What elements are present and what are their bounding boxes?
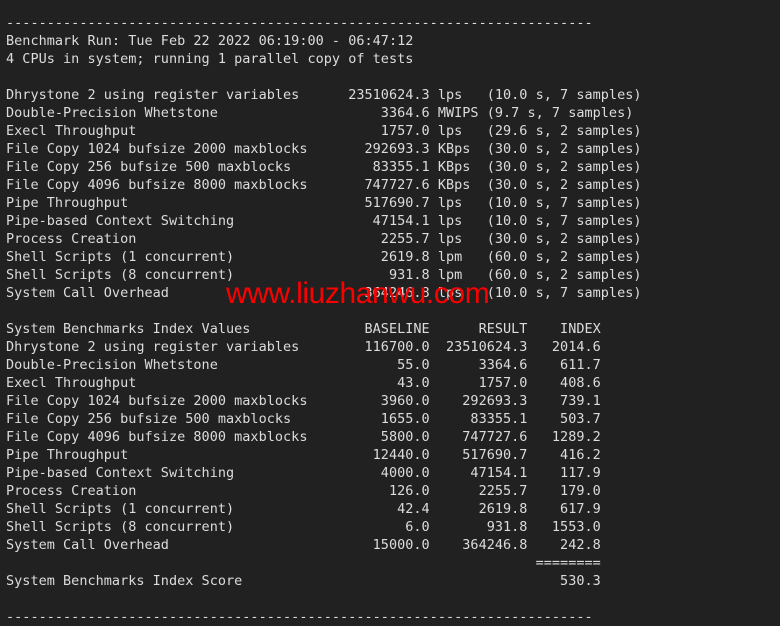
terminal-line: File Copy 4096 bufsize 8000 maxblocks 58… — [6, 428, 601, 445]
terminal-line: Shell Scripts (8 concurrent) 931.8 lpm (… — [6, 266, 642, 283]
terminal-line: System Benchmarks Index Values BASELINE … — [6, 320, 601, 337]
terminal-window: www.liuzhanwu.com ----------------------… — [0, 0, 780, 625]
terminal-line: File Copy 4096 bufsize 8000 maxblocks 74… — [6, 176, 642, 193]
terminal-line: Benchmark Run: Tue Feb 22 2022 06:19:00 … — [6, 32, 414, 49]
terminal-line: Execl Throughput 43.0 1757.0 408.6 — [6, 374, 601, 391]
terminal-line: Pipe-based Context Switching 47154.1 lps… — [6, 212, 642, 229]
terminal-line: File Copy 256 bufsize 500 maxblocks 8335… — [6, 158, 642, 175]
terminal-line: Double-Precision Whetstone 3364.6 MWIPS … — [6, 104, 634, 121]
terminal-line: 4 CPUs in system; running 1 parallel cop… — [6, 50, 414, 67]
terminal-line: File Copy 1024 bufsize 2000 maxblocks 29… — [6, 140, 642, 157]
terminal-line: Dhrystone 2 using register variables 235… — [6, 86, 642, 103]
terminal-line: Double-Precision Whetstone 55.0 3364.6 6… — [6, 356, 601, 373]
terminal-line: System Call Overhead 364246.8 lps (10.0 … — [6, 284, 642, 301]
terminal-line: Dhrystone 2 using register variables 116… — [6, 338, 601, 355]
terminal-line: Shell Scripts (8 concurrent) 6.0 931.8 1… — [6, 518, 601, 535]
terminal-line: Pipe Throughput 12440.0 517690.7 416.2 — [6, 446, 601, 463]
terminal-line: ======== — [6, 554, 601, 571]
terminal-line: File Copy 256 bufsize 500 maxblocks 1655… — [6, 410, 601, 427]
terminal-line: Pipe Throughput 517690.7 lps (10.0 s, 7 … — [6, 194, 642, 211]
terminal-line: Process Creation 126.0 2255.7 179.0 — [6, 482, 601, 499]
terminal-line: Process Creation 2255.7 lps (30.0 s, 2 s… — [6, 230, 642, 247]
terminal-line: ----------------------------------------… — [6, 608, 593, 625]
terminal-line: Shell Scripts (1 concurrent) 2619.8 lpm … — [6, 248, 642, 265]
terminal-line: ----------------------------------------… — [6, 14, 593, 31]
terminal-output: ----------------------------------------… — [6, 14, 780, 626]
terminal-line: Pipe-based Context Switching 4000.0 4715… — [6, 464, 601, 481]
terminal-line: System Benchmarks Index Score 530.3 — [6, 572, 601, 589]
terminal-line: File Copy 1024 bufsize 2000 maxblocks 39… — [6, 392, 601, 409]
terminal-line: Execl Throughput 1757.0 lps (29.6 s, 2 s… — [6, 122, 642, 139]
terminal-line: Shell Scripts (1 concurrent) 42.4 2619.8… — [6, 500, 601, 517]
terminal-line: System Call Overhead 15000.0 364246.8 24… — [6, 536, 601, 553]
